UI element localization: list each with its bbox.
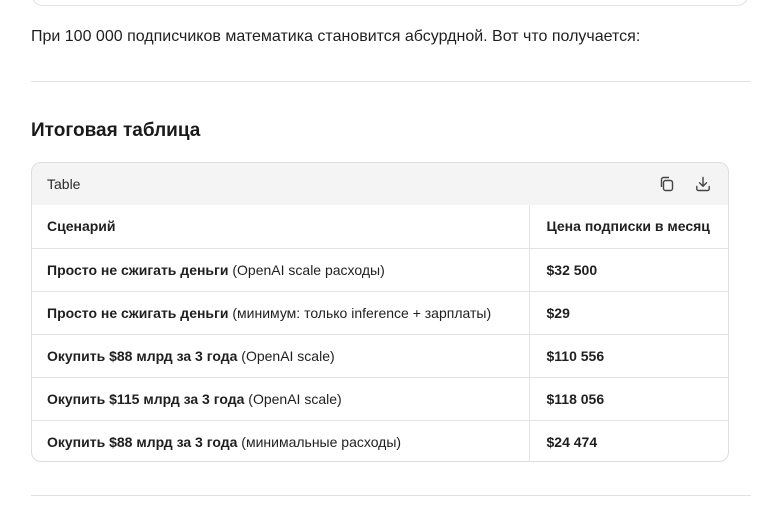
data-table: Сценарий Цена подписки в месяц Просто не… bbox=[32, 205, 728, 461]
divider-bottom bbox=[31, 495, 751, 496]
scenario-title: Окупить $88 млрд за 3 года bbox=[47, 347, 238, 364]
scenario-cell: Просто не сжигать деньги (OpenAI scale р… bbox=[32, 247, 529, 291]
table-row: Окупить $88 млрд за 3 года (минимальные … bbox=[32, 419, 728, 461]
copy-icon bbox=[660, 176, 674, 192]
scenario-title: Окупить $88 млрд за 3 года bbox=[47, 433, 238, 450]
price-cell: $110 556 bbox=[528, 333, 728, 377]
price-cell: $118 056 bbox=[528, 376, 728, 420]
scenario-title: Окупить $115 млрд за 3 года bbox=[47, 390, 245, 407]
scenario-note: (OpenAI scale) bbox=[237, 347, 335, 364]
table-row: Окупить $115 млрд за 3 года (OpenAI scal… bbox=[32, 376, 728, 420]
scenario-cell: Просто не сжигать деньги (минимум: тольк… bbox=[32, 290, 529, 334]
price-cell: $29 bbox=[528, 290, 728, 334]
scenario-cell: Окупить $88 млрд за 3 года (OpenAI scale… bbox=[32, 333, 529, 377]
chat-message-page: При 100 000 подписчиков математика стано… bbox=[0, 0, 780, 505]
scenario-note: (минимум: только inference + зарплаты) bbox=[228, 304, 492, 321]
table-row: Просто не сжигать деньги (OpenAI scale р… bbox=[32, 247, 728, 291]
section-title: Итоговая таблица bbox=[31, 120, 201, 141]
intro-paragraph: При 100 000 подписчиков математика стано… bbox=[31, 28, 641, 45]
table-row: Окупить $88 млрд за 3 года (OpenAI scale… bbox=[32, 333, 728, 377]
table-toolbar: Table bbox=[32, 163, 728, 205]
table-header-row: Сценарий Цена подписки в месяц bbox=[32, 205, 728, 248]
scenario-cell: Окупить $115 млрд за 3 года (OpenAI scal… bbox=[32, 376, 529, 420]
table-label: Table bbox=[47, 176, 81, 192]
table-row: Просто не сжигать деньги (минимум: тольк… bbox=[32, 290, 728, 334]
previous-card-edge bbox=[31, 0, 749, 6]
copy-table-button[interactable] bbox=[657, 174, 677, 194]
scenario-title: Просто не сжигать деньги bbox=[47, 304, 229, 321]
table-card: Table Сценарий Цена подписки в месяц Про… bbox=[31, 162, 729, 462]
scenario-note: (минимальные расходы) bbox=[237, 433, 402, 450]
download-icon bbox=[696, 176, 710, 192]
price-cell: $32 500 bbox=[528, 247, 728, 291]
column-header-scenario: Сценарий bbox=[47, 218, 116, 235]
scenario-note: (OpenAI scale расходы) bbox=[228, 261, 385, 278]
scenario-title: Просто не сжигать деньги bbox=[47, 261, 229, 278]
scenario-note: (OpenAI scale) bbox=[244, 390, 342, 407]
column-header-price: Цена подписки в месяц bbox=[528, 205, 728, 248]
scenario-cell: Окупить $88 млрд за 3 года (минимальные … bbox=[32, 419, 529, 461]
download-table-button[interactable] bbox=[693, 174, 713, 194]
price-cell: $24 474 bbox=[528, 419, 728, 461]
divider-top bbox=[31, 81, 751, 82]
